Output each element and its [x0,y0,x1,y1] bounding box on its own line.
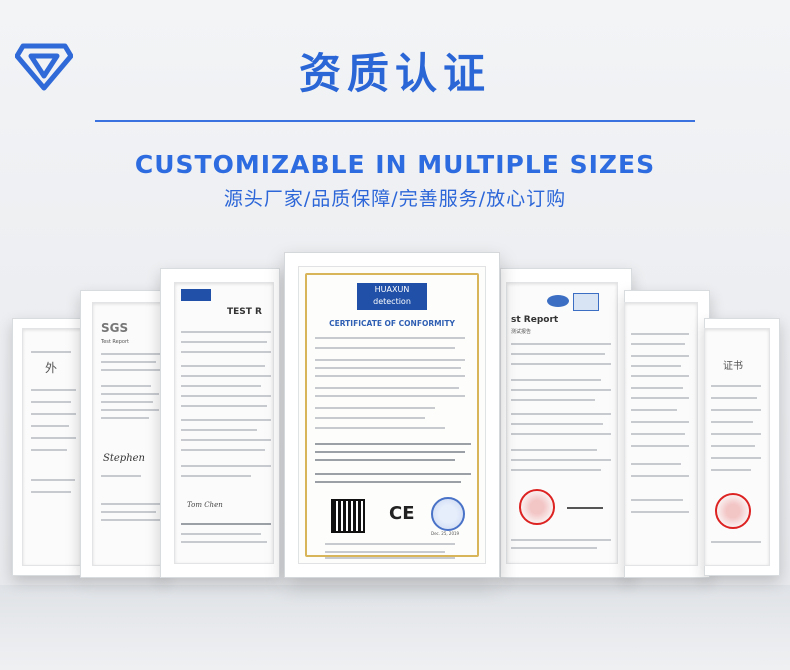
certificate-frame-sgs: SGS Test Report Stephen [80,290,166,578]
title-divider [95,120,695,122]
blue-seal-icon [431,497,465,531]
subtitle-english: CUSTOMIZABLE IN MULTIPLE SIZES [134,150,656,179]
huaxun-logo-line2: detection [373,297,411,306]
huaxun-logo: HUAXUN detection [357,283,427,310]
ilac-mark-icon [547,295,569,307]
test-report-heading: TEST R [227,307,262,317]
right-report-heading: st Report [511,315,559,325]
certificate-text-right: 证书 [723,361,743,372]
qr-code-icon [331,499,365,533]
certificate-date: Dec. 25, 2019 [431,531,460,536]
certificate-title: CERTIFICATE OF CONFORMITY [329,319,455,328]
certificate-frame-test-right: st Report 测试报告 [500,268,632,578]
sgs-heading: Test Report [101,339,130,345]
test-report-signature: Tom Chen [187,501,223,509]
certificate-frame-right [624,290,710,578]
certificate-of-conformity: HUAXUN detection CERTIFICATE OF CONFORMI… [298,266,486,564]
sgs-signature: Stephen [103,453,145,464]
red-seal-icon-far-right [715,493,751,529]
cnas-mark-icon [573,293,599,311]
floor-shadow [0,585,790,670]
huaxun-logo-line1: HUAXUN [374,285,410,294]
report-logo [181,289,211,301]
certificate-frame-far-left: 外 [12,318,82,576]
red-seal-icon [519,489,555,525]
certificate-frame-test-left: TEST R Tom Chen [160,268,280,578]
certificate-frame-center: HUAXUN detection CERTIFICATE OF CONFORMI… [284,252,500,578]
certificate-frame-far-right: 证书 [704,318,780,576]
sgs-brand: SGS [101,321,129,335]
subtitle-chinese: 源头厂家/品质保障/完善服务/放心订购 [223,188,567,210]
right-report-sub: 测试报告 [511,329,532,335]
certificate-text: 外 [45,361,58,375]
page-title: 资质认证 [298,49,491,98]
ce-mark: CE [389,503,415,524]
